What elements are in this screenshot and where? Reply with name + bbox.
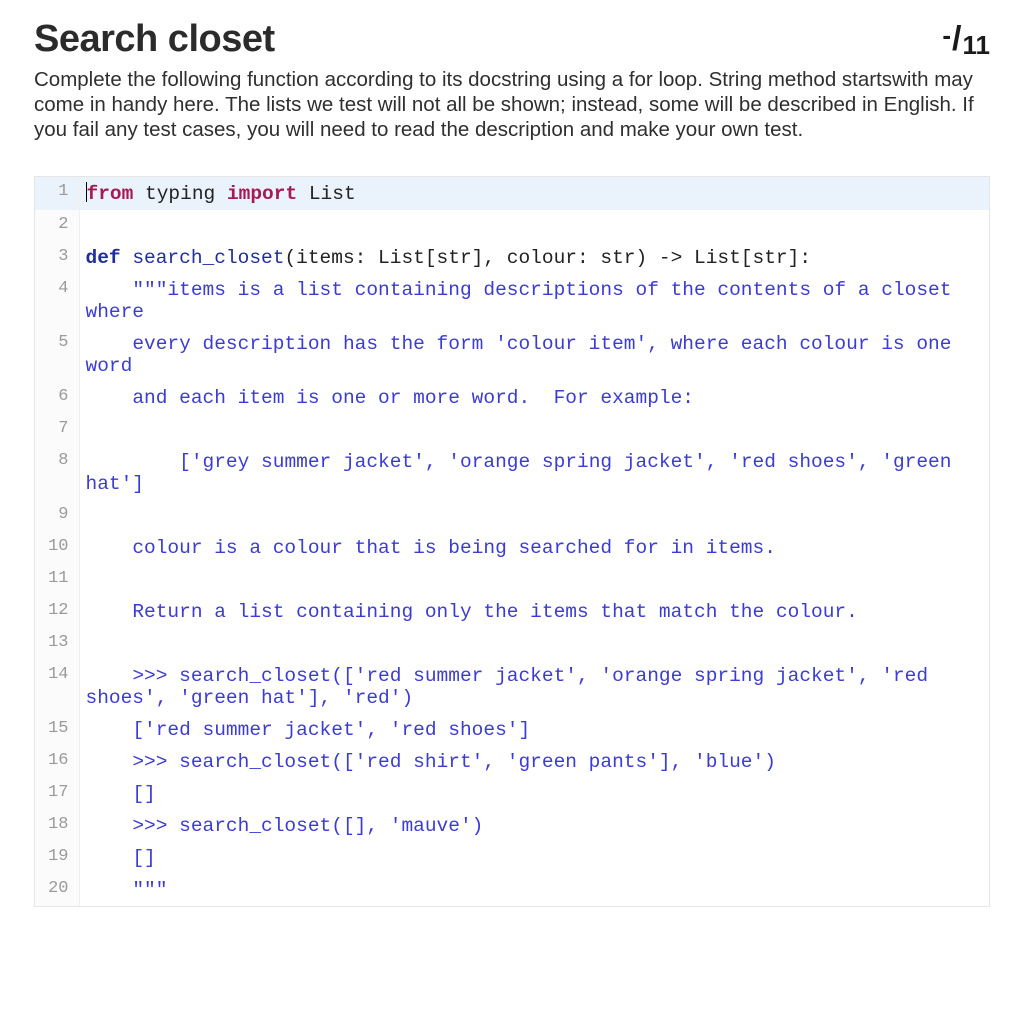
code-line-16[interactable]: 16 >>> search_closet(['red shirt', 'gree…	[35, 746, 989, 778]
line-number: 2	[35, 210, 79, 242]
line-number: 4	[35, 274, 79, 328]
code-line-19[interactable]: 19 []	[35, 842, 989, 874]
code-line-13[interactable]: 13	[35, 628, 989, 660]
score-display: -/11	[942, 20, 990, 59]
header: Search closet -/11	[34, 18, 990, 61]
code-content[interactable]: """	[79, 874, 989, 906]
code-content[interactable]	[79, 210, 989, 242]
code-content[interactable]	[79, 414, 989, 446]
line-number: 17	[35, 778, 79, 810]
line-number: 7	[35, 414, 79, 446]
line-number: 3	[35, 242, 79, 274]
code-line-9[interactable]: 9	[35, 500, 989, 532]
code-line-2[interactable]: 2	[35, 210, 989, 242]
line-number: 12	[35, 596, 79, 628]
code-editor-lines: 1 from typing import List 2 3 def search…	[35, 177, 989, 906]
code-content[interactable]: from typing import List	[79, 177, 989, 210]
code-content[interactable]	[79, 564, 989, 596]
code-content[interactable]: Return a list containing only the items …	[79, 596, 989, 628]
code-content[interactable]: []	[79, 842, 989, 874]
code-line-8[interactable]: 8 ['grey summer jacket', 'orange spring …	[35, 446, 989, 500]
exercise-description: Complete the following function accordin…	[34, 67, 974, 142]
line-number: 18	[35, 810, 79, 842]
code-content[interactable]: ['red summer jacket', 'red shoes']	[79, 714, 989, 746]
code-content[interactable]	[79, 628, 989, 660]
code-content[interactable]: ['grey summer jacket', 'orange spring ja…	[79, 446, 989, 500]
code-line-20[interactable]: 20 """	[35, 874, 989, 906]
code-line-18[interactable]: 18 >>> search_closet([], 'mauve')	[35, 810, 989, 842]
code-line-4[interactable]: 4 """items is a list containing descript…	[35, 274, 989, 328]
line-number: 5	[35, 328, 79, 382]
line-number: 14	[35, 660, 79, 714]
line-number: 16	[35, 746, 79, 778]
code-line-7[interactable]: 7	[35, 414, 989, 446]
code-content[interactable]: def search_closet(items: List[str], colo…	[79, 242, 989, 274]
code-content[interactable]: >>> search_closet(['red summer jacket', …	[79, 660, 989, 714]
code-line-14[interactable]: 14 >>> search_closet(['red summer jacket…	[35, 660, 989, 714]
code-content[interactable]: colour is a colour that is being searche…	[79, 532, 989, 564]
score-slash: /	[951, 20, 962, 58]
code-line-17[interactable]: 17 []	[35, 778, 989, 810]
score-denominator: 11	[963, 30, 991, 60]
line-number: 9	[35, 500, 79, 532]
score-numerator: -	[942, 20, 951, 50]
line-number: 19	[35, 842, 79, 874]
code-line-6[interactable]: 6 and each item is one or more word. For…	[35, 382, 989, 414]
code-line-15[interactable]: 15 ['red summer jacket', 'red shoes']	[35, 714, 989, 746]
line-number: 6	[35, 382, 79, 414]
code-line-10[interactable]: 10 colour is a colour that is being sear…	[35, 532, 989, 564]
code-content[interactable]: and each item is one or more word. For e…	[79, 382, 989, 414]
code-line-11[interactable]: 11	[35, 564, 989, 596]
code-line-12[interactable]: 12 Return a list containing only the ite…	[35, 596, 989, 628]
exercise-page: Search closet -/11 Complete the followin…	[0, 0, 1024, 907]
code-content[interactable]: every description has the form 'colour i…	[79, 328, 989, 382]
page-title: Search closet	[34, 18, 275, 61]
code-content[interactable]: """items is a list containing descriptio…	[79, 274, 989, 328]
line-number: 8	[35, 446, 79, 500]
line-number: 1	[35, 177, 79, 210]
line-number: 11	[35, 564, 79, 596]
code-content[interactable]: >>> search_closet(['red shirt', 'green p…	[79, 746, 989, 778]
line-number: 13	[35, 628, 79, 660]
line-number: 20	[35, 874, 79, 906]
code-content[interactable]: []	[79, 778, 989, 810]
code-line-5[interactable]: 5 every description has the form 'colour…	[35, 328, 989, 382]
line-number: 15	[35, 714, 79, 746]
code-line-1[interactable]: 1 from typing import List	[35, 177, 989, 210]
code-editor[interactable]: 1 from typing import List 2 3 def search…	[34, 176, 990, 907]
code-content[interactable]: >>> search_closet([], 'mauve')	[79, 810, 989, 842]
code-content[interactable]	[79, 500, 989, 532]
code-line-3[interactable]: 3 def search_closet(items: List[str], co…	[35, 242, 989, 274]
line-number: 10	[35, 532, 79, 564]
